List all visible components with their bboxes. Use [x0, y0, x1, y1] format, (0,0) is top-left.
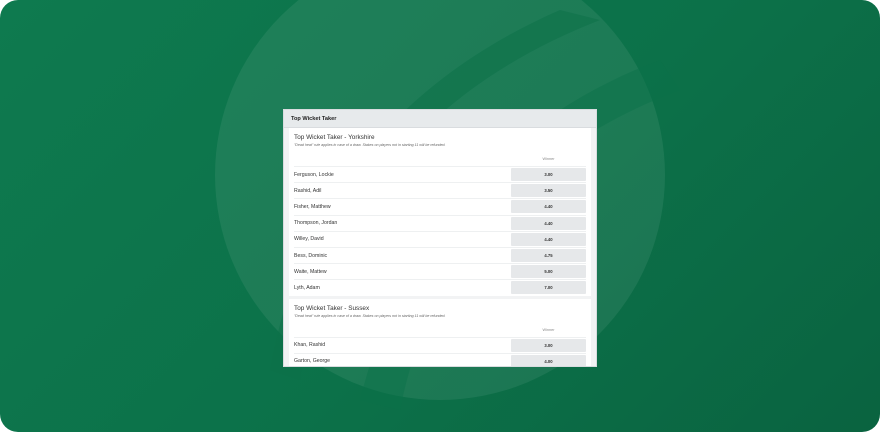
- odds-button[interactable]: 4.40: [511, 232, 586, 246]
- column-header: Winner: [294, 152, 586, 166]
- selection-row: Willey, David 4.40: [294, 230, 586, 247]
- player-name: Lyth, Adam: [294, 284, 320, 291]
- selection-row: Waite, Mattew 5.00: [294, 263, 586, 279]
- player-name: Waite, Mattew: [294, 268, 327, 275]
- odds-button[interactable]: 3.50: [511, 184, 586, 198]
- odds-button[interactable]: 3.00: [511, 168, 586, 182]
- player-name: Fisher, Matthew: [294, 203, 331, 210]
- panel-title: Top Wicket Taker: [284, 110, 596, 128]
- selection-row: Rashid, Adil 3.50: [294, 182, 586, 198]
- background: Top Wicket Taker Top Wicket Taker - York…: [0, 0, 880, 432]
- selection-row: Garton, George 4.00: [294, 352, 586, 366]
- odds-button[interactable]: 4.75: [511, 249, 586, 263]
- player-name: Garton, George: [294, 358, 331, 365]
- player-name: Bess, Dominic: [294, 252, 328, 259]
- odds-button[interactable]: 4.40: [511, 216, 586, 230]
- player-name: Ferguson, Lockie: [294, 171, 334, 178]
- selection-row: Lyth, Adam 7.00: [294, 279, 586, 295]
- market-note: "Dead heat" rule applies in case of a dr…: [294, 313, 446, 318]
- column-header: Winner: [294, 323, 586, 337]
- market-title: Top Wicket Taker - Sussex: [294, 304, 370, 312]
- market-sussex: Top Wicket Taker - Sussex "Dead heat" ru…: [289, 298, 591, 366]
- selection-row: Fisher, Matthew 4.40: [294, 198, 586, 214]
- selection-row: Thompson, Jordan 4.40: [294, 214, 586, 231]
- market-title: Top Wicket Taker - Yorkshire: [294, 134, 375, 141]
- odds-button[interactable]: 4.00: [511, 354, 586, 366]
- odds-button[interactable]: 3.00: [511, 338, 586, 352]
- odds-button[interactable]: 7.00: [511, 281, 586, 295]
- selection-row: Khan, Rashid 3.00: [294, 336, 586, 353]
- player-name: Rashid, Adil: [294, 187, 322, 194]
- winner-column-label: Winner: [542, 157, 555, 161]
- player-name: Khan, Rashid: [294, 342, 326, 349]
- odds-button[interactable]: 4.40: [511, 200, 586, 214]
- market-note: "Dead heat" rule applies in case of a dr…: [294, 143, 446, 147]
- selection-row: Ferguson, Lockie 3.00: [294, 166, 586, 182]
- market-yorkshire: Top Wicket Taker - Yorkshire "Dead heat"…: [289, 128, 591, 296]
- selection-row: Bess, Dominic 4.75: [294, 246, 586, 263]
- player-name: Willey, David: [294, 236, 324, 243]
- odds-button[interactable]: 5.00: [511, 265, 586, 279]
- top-wicket-taker-panel: Top Wicket Taker Top Wicket Taker - York…: [283, 109, 597, 367]
- player-name: Thompson, Jordan: [294, 220, 338, 227]
- winner-column-label: Winner: [542, 327, 555, 332]
